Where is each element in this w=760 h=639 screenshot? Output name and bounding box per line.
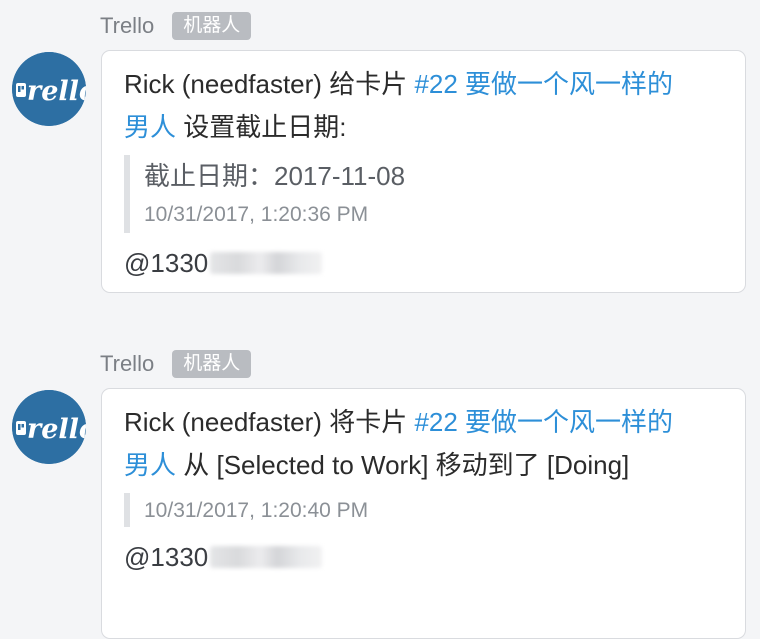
sender-row: Trello 机器人 [100,350,252,378]
card-link-cont[interactable]: 男人 [124,112,176,142]
timestamp: 10/31/2017, 1:20:40 PM [144,499,369,522]
message-line-1: Rick (needfaster) 将卡片 #22 要做一个风一样的 [124,405,673,439]
due-date-text: 截止日期：2017-11-08 [144,161,406,191]
mention[interactable]: @1330 [124,247,323,279]
card-link[interactable]: #22 要做一个风一样的 [414,69,673,99]
card-link-cont[interactable]: 男人 [124,450,176,480]
sender-name[interactable]: Trello [100,13,154,39]
message-card: Rick (needfaster) 给卡片 #22 要做一个风一样的 男人 设置… [101,50,746,293]
redacted-blur [210,252,323,274]
card-link[interactable]: #22 要做一个风一样的 [414,407,673,437]
timestamp: 10/31/2017, 1:20:36 PM [144,203,369,226]
svg-text:rello: rello [27,414,86,445]
svg-text:rello: rello [27,76,86,107]
actor-name: Rick (needfaster) [124,69,322,99]
sender-name[interactable]: Trello [100,351,154,377]
mention[interactable]: @1330 [124,541,323,573]
quote-bar [124,493,130,527]
quote-bar [124,155,130,233]
action-detail: 设置截止日期: [183,112,347,142]
action-detail: 从 [Selected to Work] 移动到了 [Doing] [183,450,630,480]
mention-text: @1330 [124,542,209,572]
redacted-blur [210,546,323,568]
trello-logo-icon[interactable]: rello [12,390,86,464]
sender-row: Trello 机器人 [100,12,252,40]
message-line-1: Rick (needfaster) 给卡片 #22 要做一个风一样的 [124,67,673,101]
action-verb: 给卡片 [329,69,408,99]
bot-badge: 机器人 [172,12,252,40]
mention-text: @1330 [124,248,209,278]
actor-name: Rick (needfaster) [124,407,322,437]
bot-badge: 机器人 [172,350,252,378]
message-line-2: 男人 从 [Selected to Work] 移动到了 [Doing] [124,448,629,482]
action-verb: 将卡片 [329,407,408,437]
message-line-2: 男人 设置截止日期: [124,110,346,144]
message-card: Rick (needfaster) 将卡片 #22 要做一个风一样的 男人 从 … [101,388,746,639]
trello-logo-icon[interactable]: rello [12,52,86,126]
